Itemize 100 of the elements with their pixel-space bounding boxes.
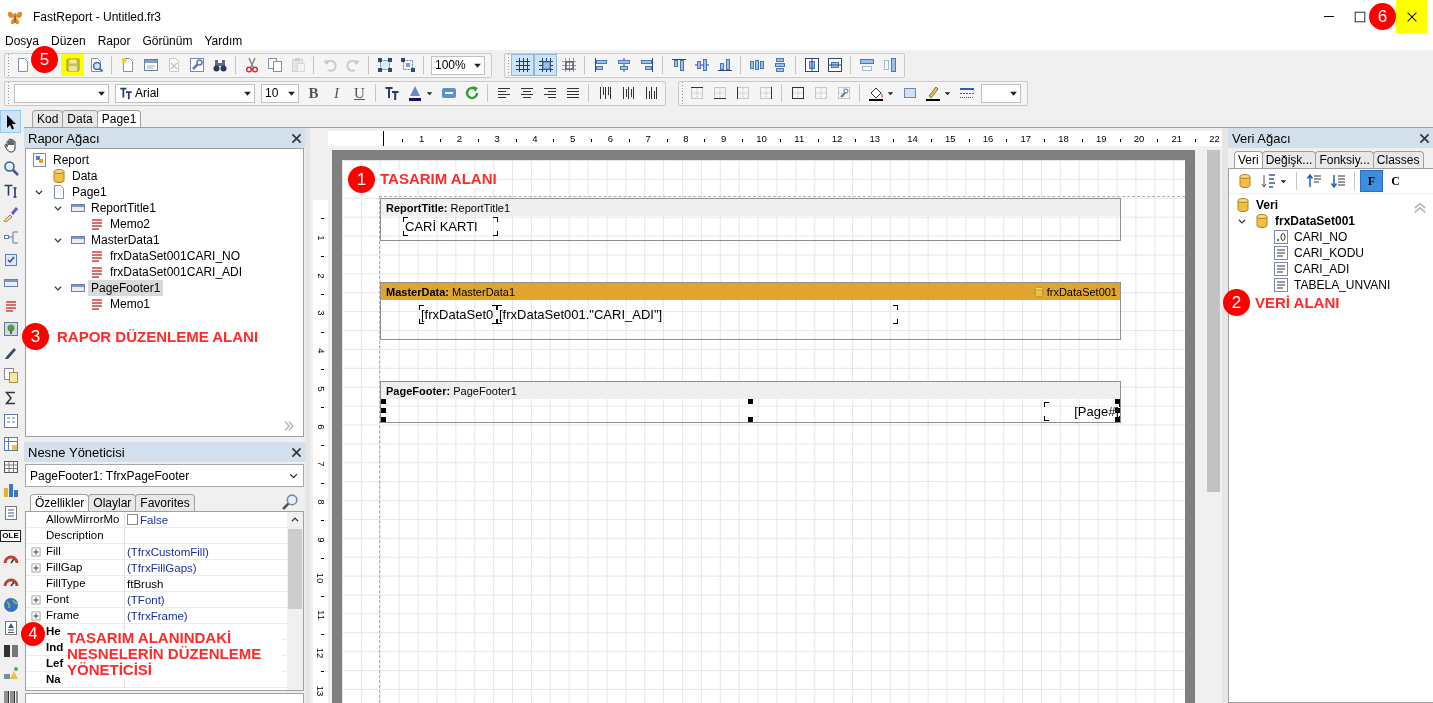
ruler-number: 1 bbox=[315, 235, 326, 241]
tree-item[interactable]: frxDataSet001CARI_ADI bbox=[107, 264, 246, 280]
ruler-number: 1 bbox=[419, 132, 425, 146]
tab[interactable]: Favorites bbox=[135, 494, 195, 511]
tab[interactable]: Veri bbox=[1234, 151, 1263, 168]
tab[interactable]: Data bbox=[62, 110, 98, 127]
property-name: He bbox=[46, 624, 61, 639]
tree-item[interactable]: CARI_NO bbox=[1291, 229, 1351, 245]
menu-item[interactable]: Yardım bbox=[199, 33, 248, 50]
ruler-number: 10 bbox=[756, 132, 767, 146]
ruler-number: 2 bbox=[315, 272, 326, 279]
tree-item[interactable]: TABELA_UNVANI bbox=[1291, 277, 1394, 293]
ruler-number: 8 bbox=[315, 499, 326, 505]
band-dataset: frxDataSet001 bbox=[1046, 285, 1117, 298]
ruler-number: 2 bbox=[456, 132, 463, 146]
tree-item[interactable]: Data bbox=[69, 168, 101, 184]
property-value[interactable]: (TfrxCustomFill) bbox=[127, 545, 209, 558]
window-title: FastReport - Untitled.fr3 bbox=[33, 9, 162, 24]
property-name: AllowMirrorMo bbox=[46, 512, 120, 527]
callout-label: TASARIM ALANI bbox=[380, 170, 497, 187]
tree-item[interactable]: CARI_ADI bbox=[1291, 261, 1353, 277]
text-object[interactable]: [frxDataSet001."CARI_ADI"] bbox=[497, 305, 898, 324]
dropdown-field[interactable]: Arial bbox=[115, 83, 255, 103]
menu-item[interactable]: Rapor bbox=[92, 33, 136, 50]
ruler-number: 11 bbox=[315, 610, 326, 621]
text-object[interactable]: CARİ KARTI bbox=[403, 217, 498, 236]
tab[interactable]: Özellikler bbox=[30, 494, 90, 511]
tree-item[interactable]: frxDataSet001 bbox=[1272, 213, 1359, 229]
ruler-number: 6 bbox=[607, 132, 614, 146]
ruler-number: 3 bbox=[494, 132, 500, 146]
menu-item[interactable]: Görünüm bbox=[137, 33, 198, 50]
tab[interactable]: Değişk... bbox=[1261, 151, 1317, 168]
property-value[interactable]: ftBrush bbox=[127, 577, 164, 590]
tree-item[interactable]: PageFooter1 bbox=[88, 280, 164, 296]
property-name: Lef bbox=[46, 656, 64, 671]
ruler-number: 21 bbox=[1171, 132, 1183, 146]
toolbar-button[interactable]: B bbox=[302, 82, 325, 104]
property-value[interactable]: (TfrxFrame) bbox=[127, 609, 188, 622]
ruler-number: 12 bbox=[831, 132, 843, 146]
ruler-number: 13 bbox=[869, 132, 881, 146]
band-title: PageFooter: PageFooter1 bbox=[386, 384, 517, 397]
ruler-number: 4 bbox=[315, 348, 326, 354]
toolbar-button[interactable]: U bbox=[348, 82, 371, 104]
property-name: Ind bbox=[46, 640, 64, 655]
band-title: ReportTitle: ReportTitle1 bbox=[386, 201, 511, 214]
ruler-number: 17 bbox=[1020, 132, 1032, 146]
tree-item[interactable]: MasterData1 bbox=[88, 232, 163, 248]
toolbar-button[interactable]: F bbox=[1360, 170, 1383, 192]
property-name: FillGap bbox=[46, 560, 83, 575]
tree-item[interactable]: Memo1 bbox=[107, 296, 153, 312]
report-band[interactable]: ReportTitle: ReportTitle1 CARİ KARTI bbox=[380, 198, 1121, 241]
panel-title: Veri Ağacı bbox=[1232, 130, 1291, 146]
property-value[interactable]: False bbox=[140, 513, 169, 526]
ruler-number: 8 bbox=[683, 132, 689, 146]
tab[interactable]: Kod bbox=[32, 110, 64, 127]
tab[interactable]: Classes bbox=[1372, 151, 1424, 168]
tree-item[interactable]: Memo2 bbox=[107, 216, 153, 232]
band-title: MasterData: MasterData1 bbox=[386, 285, 515, 298]
ruler-number: 14 bbox=[907, 132, 918, 146]
tree-item[interactable]: Page1 bbox=[69, 184, 110, 200]
ruler-number: 6 bbox=[315, 423, 326, 430]
toolbar-button[interactable]: I bbox=[325, 82, 348, 104]
tree-item[interactable]: ReportTitle1 bbox=[88, 200, 159, 216]
ruler-number: 13 bbox=[315, 685, 326, 697]
dropdown-field[interactable]: 100% bbox=[431, 55, 485, 75]
ruler-number: 16 bbox=[982, 132, 994, 146]
text-object[interactable]: [frxDataSet0 bbox=[419, 305, 497, 324]
ruler-number: 5 bbox=[315, 386, 326, 392]
tree-item[interactable]: frxDataSet001CARI_NO bbox=[107, 248, 244, 264]
panel-title: Rapor Ağacı bbox=[28, 130, 100, 146]
tab[interactable]: Fonksiy... bbox=[1315, 151, 1374, 168]
tree-item[interactable]: Report bbox=[50, 152, 93, 168]
ruler-number: 22 bbox=[1209, 132, 1220, 146]
tab[interactable]: Olaylar bbox=[88, 494, 137, 511]
ruler-number: 3 bbox=[315, 310, 326, 316]
ruler-number: 12 bbox=[315, 647, 326, 659]
ruler-number: 4 bbox=[532, 132, 538, 146]
dropdown-field[interactable]: PageFooter1: TfrxPageFooter bbox=[25, 464, 304, 487]
tree-item[interactable]: Veri bbox=[1253, 197, 1282, 213]
report-band[interactable]: MasterData: MasterData1 frxDataSet001 [frxDataSet0 [frxDataSet001."CARI_ADI"] bbox=[380, 282, 1121, 340]
property-name: Na bbox=[46, 672, 61, 687]
toolbar-button[interactable]: C bbox=[1384, 170, 1407, 192]
ruler-number: 20 bbox=[1133, 132, 1145, 146]
property-name: Fill bbox=[46, 544, 61, 559]
panel-title: Nesne Yöneticisi bbox=[28, 444, 125, 460]
ruler-number: 9 bbox=[315, 537, 326, 543]
ruler-number: 11 bbox=[794, 132, 805, 146]
ruler-number: 7 bbox=[315, 461, 326, 467]
tree-item[interactable]: CARI_KODU bbox=[1291, 245, 1367, 261]
property-value[interactable]: (TfrxFillGaps) bbox=[127, 561, 197, 574]
property-name: Description bbox=[46, 528, 104, 543]
dropdown-field[interactable]: 10 bbox=[261, 83, 299, 103]
property-name: FillType bbox=[46, 576, 86, 591]
ruler-number: 5 bbox=[570, 132, 576, 146]
property-value[interactable]: (TFont) bbox=[127, 593, 165, 606]
ruler-number: 15 bbox=[944, 132, 956, 146]
ruler-number: 19 bbox=[1095, 132, 1107, 146]
tab[interactable]: Page1 bbox=[96, 110, 142, 127]
callout-label: VERİ ALANI bbox=[1255, 294, 1340, 311]
property-name: Font bbox=[46, 592, 69, 607]
